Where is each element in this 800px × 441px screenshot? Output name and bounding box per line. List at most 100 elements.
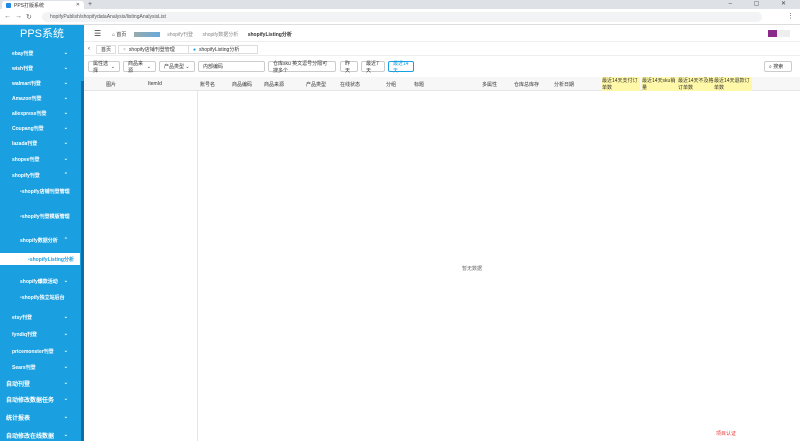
url-input[interactable]: hopifyPublish/shopifydataAnalysis/listin…: [42, 12, 762, 22]
certification-badge[interactable]: 项目认证: [716, 430, 736, 437]
breadcrumb-home[interactable]: 首页: [116, 32, 126, 38]
sidebar-item[interactable]: 自动刊登 ⌄: [0, 377, 80, 389]
sidebar-item[interactable]: ● shopify独立站后台: [0, 291, 80, 303]
column-header[interactable]: 图片: [106, 77, 136, 91]
column-header[interactable]: 仓库总库存: [514, 77, 552, 91]
chevron-icon: ⌄: [63, 414, 68, 420]
filter-bar: 属性选择 ⌄ 商品来源 ⌄ 产品类型 ⌄ 内部编码 仓库sku 英文逗号分隔可搜…: [84, 57, 800, 77]
favicon-icon: [6, 2, 11, 8]
internal-code-input[interactable]: 内部编码: [198, 61, 265, 72]
sidebar-item[interactable]: ebay刊登 ⌄: [0, 47, 80, 59]
sidebar-item[interactable]: Coupang刊登 ⌄: [0, 122, 80, 134]
select-value: 属性选择: [93, 60, 109, 74]
column-header[interactable]: 最近14天支付订单数: [602, 77, 640, 91]
sidebar-item-label: 自动修改在线数据: [6, 433, 55, 440]
redacted-block: [133, 32, 160, 38]
breadcrumb-current: shopifyListing分析: [247, 32, 292, 38]
breadcrumb: ⌂ 首页 shopify刊登 shopify数据分析 shopifyListin…: [112, 31, 292, 38]
sidebar-item[interactable]: ● shopify刊登模版管理: [0, 210, 80, 222]
chevron-icon: ⌄: [63, 380, 68, 386]
sidebar-item[interactable]: pricemonster刊登 ⌄: [0, 345, 80, 357]
sidebar-item[interactable]: shopify数据分析 ⌃: [0, 234, 80, 246]
type-select[interactable]: 产品类型 ⌄: [159, 61, 195, 72]
column-header[interactable]: 商品来源: [264, 77, 302, 91]
sidebar-item[interactable]: ● shopify店铺刊登管理: [0, 185, 80, 197]
tab-listing-analysis[interactable]: ● shopifyListing分析: [188, 45, 258, 54]
sidebar-item-label: Amazon刊登: [12, 95, 42, 102]
forward-icon[interactable]: →: [15, 13, 22, 20]
column-header[interactable]: 在线状态: [340, 77, 380, 91]
column-header-label: 分析日期: [554, 81, 575, 88]
source-select[interactable]: 商品来源 ⌄: [123, 60, 156, 74]
tab-close-icon[interactable]: ×: [123, 47, 126, 53]
sidebar-item[interactable]: walmart刊登 ⌄: [0, 77, 80, 89]
sidebar-item[interactable]: aliexpress刊登 ⌄: [0, 107, 80, 119]
sidebar-item[interactable]: 自动修改数据任务 ⌄: [0, 393, 80, 405]
column-header-label: ItemId: [148, 81, 162, 87]
avatar[interactable]: [768, 30, 790, 37]
last7-button[interactable]: 最近7天: [361, 61, 385, 74]
column-header[interactable]: 最近14天sku销量: [642, 77, 678, 91]
column-header-label: 最近14天sku销量: [642, 78, 676, 91]
chevron-icon: ⌄: [63, 156, 68, 162]
column-header[interactable]: 分析日期: [554, 77, 594, 91]
tab-store-manage[interactable]: × shopify店铺刊登管理: [118, 45, 194, 54]
sidebar-item-label: lazada刊登: [12, 140, 38, 147]
chevron-icon: ⌄: [63, 50, 68, 56]
last14-button[interactable]: 最近14天: [388, 61, 414, 74]
column-header[interactable]: 账号名: [200, 77, 228, 91]
tab-label: shopify店铺刊登管理: [128, 47, 175, 53]
breadcrumb-item[interactable]: shopify刊登: [167, 32, 193, 38]
sidebar-item[interactable]: 统计报表 ⌄: [0, 411, 80, 423]
sidebar-item-label: ebay刊登: [12, 50, 34, 57]
column-header[interactable]: 最近14天不及格订单数: [678, 77, 714, 91]
sidebar-item-label: shopify刊登模版管理: [21, 213, 70, 220]
attr-select[interactable]: 属性选择 ⌄: [88, 60, 120, 74]
column-header[interactable]: 标题: [414, 77, 474, 91]
input-placeholder: 内部编码: [203, 64, 224, 70]
column-header[interactable]: 最近14天退款订单数: [714, 77, 752, 91]
close-tab-icon[interactable]: ✕: [76, 2, 80, 8]
tab-home[interactable]: 首页: [96, 45, 117, 54]
sidebar-item-label: 自动修改数据任务: [6, 397, 55, 404]
browser-tab[interactable]: PPS打版系统 ✕: [2, 1, 84, 9]
column-header[interactable]: 商品编码: [232, 77, 262, 91]
sidebar-item[interactable]: lazada刊登 ⌄: [0, 137, 80, 149]
sidebar-item[interactable]: fyndiq刊登 ⌄: [0, 328, 80, 340]
column-header-label: 账号名: [200, 81, 216, 88]
yesterday-button[interactable]: 昨天: [340, 61, 358, 74]
sidebar-item-label: walmart刊登: [12, 80, 41, 87]
sidebar-item[interactable]: ● shopifyListing分析: [0, 253, 80, 265]
page-tabs: ‹ 首页 × shopify店铺刊登管理 ● shopifyListing分析: [84, 43, 800, 56]
window-controls[interactable]: – ▢ ✕: [729, 0, 796, 7]
browser-menu-icon[interactable]: ⋮: [787, 12, 794, 20]
tabs-prev-icon[interactable]: ‹: [88, 46, 90, 52]
breadcrumb-item[interactable]: shopify数据分析: [202, 32, 238, 38]
chevron-icon: ⌄: [63, 278, 68, 284]
search-button[interactable]: ⌕ 搜索: [764, 61, 792, 72]
browser-tab-strip: PPS打版系统 ✕ + – ▢ ✕: [0, 0, 800, 9]
column-header[interactable]: 分组: [386, 77, 411, 91]
sidebar-item[interactable]: shopee刊登 ⌄: [0, 153, 80, 165]
sidebar-item[interactable]: Sears刊登 ⌄: [0, 361, 80, 373]
column-header[interactable]: 多属性: [482, 77, 510, 91]
sidebar-item[interactable]: shopify刊登 ⌃: [0, 169, 80, 181]
sku-input[interactable]: 仓库sku 英文逗号分隔可搜多个: [268, 61, 336, 74]
sidebar-item-label: shopifyListing分析: [29, 256, 74, 263]
sidebar-item[interactable]: Amazon刊登 ⌄: [0, 92, 80, 104]
sidebar-item[interactable]: wish刊登 ⌄: [0, 62, 80, 74]
sidebar-item-label: 自动刊登: [6, 381, 31, 388]
chevron-icon: ⌄: [63, 331, 68, 337]
sidebar-item[interactable]: 自动修改在线数据 ⌄: [0, 429, 80, 441]
reload-icon[interactable]: ↻: [26, 13, 32, 21]
new-tab-button[interactable]: +: [88, 1, 92, 8]
sidebar-item[interactable]: shopify爆款活动 ⌄: [0, 275, 80, 287]
sidebar-item[interactable]: etsy刊登 ⌄: [0, 311, 80, 323]
column-header[interactable]: 产品类型: [306, 77, 336, 91]
column-header[interactable]: ItemId: [148, 77, 188, 91]
select-value: 商品来源: [128, 60, 144, 74]
column-header-label: 图片: [106, 81, 117, 88]
sidebar-item-label: Coupang刊登: [12, 125, 44, 132]
menu-toggle-icon[interactable]: ☰: [94, 29, 101, 38]
back-icon[interactable]: ←: [4, 13, 11, 20]
